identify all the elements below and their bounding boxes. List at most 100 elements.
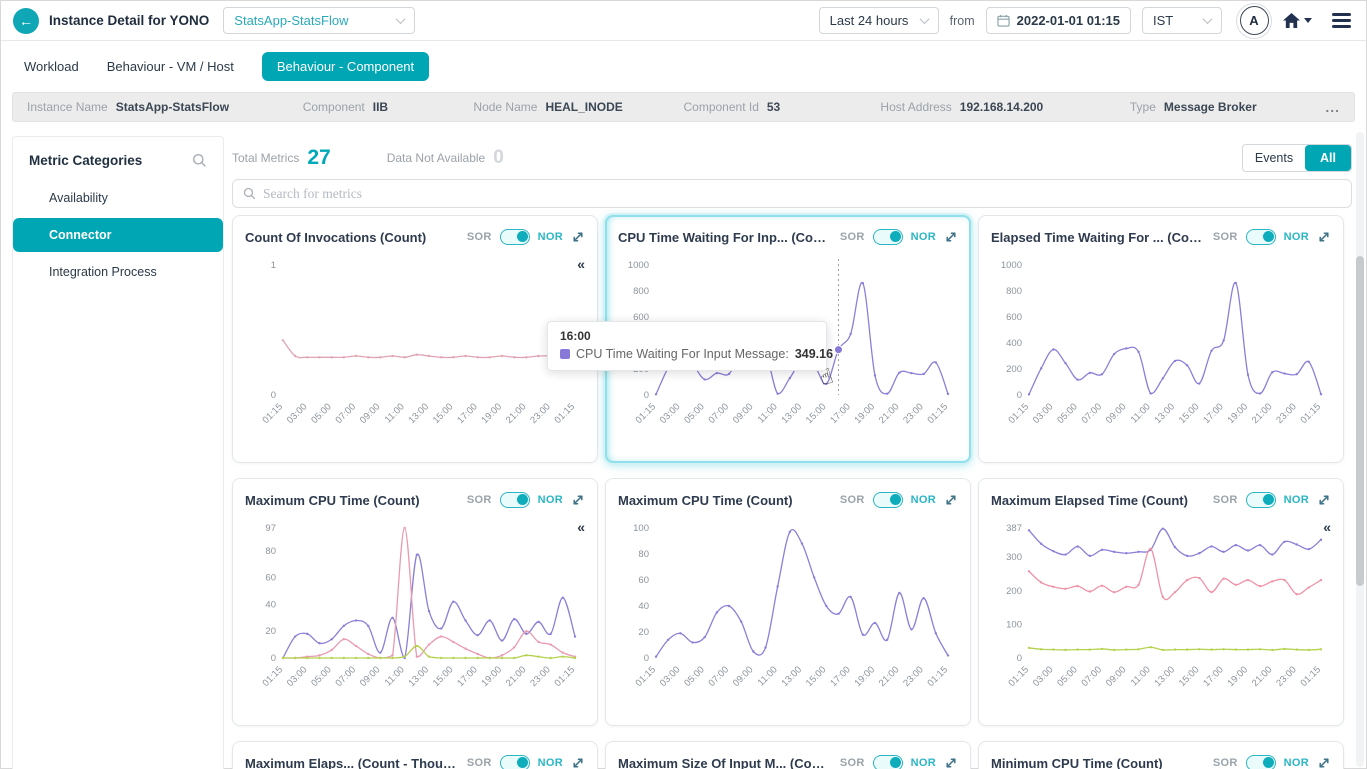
chart-title: Maximum Size Of Input M... (Count) (618, 756, 832, 769)
sidebar-item-connector[interactable]: Connector (13, 218, 223, 252)
sor-nor-toggle[interactable] (1246, 755, 1276, 769)
more-options-ellipsis[interactable]: ... (1325, 99, 1340, 115)
top-bar: ← Instance Detail for YONO StatsApp-Stat… (1, 1, 1366, 41)
home-menu[interactable] (1282, 12, 1312, 29)
sor-label: SOR (1213, 757, 1238, 769)
tab-workload[interactable]: Workload (24, 59, 79, 74)
nor-label: NOR (538, 757, 563, 769)
hamburger-menu-icon[interactable] (1329, 10, 1354, 31)
home-icon (1282, 12, 1301, 29)
svg-text:97: 97 (265, 523, 276, 534)
expand-icon[interactable] (1317, 493, 1331, 507)
svg-text:05:00: 05:00 (1055, 401, 1080, 426)
total-metrics-label: Total Metrics (232, 151, 299, 165)
sor-nor-toggle[interactable] (1246, 492, 1276, 508)
metric-card: Maximum CPU Time (Count) SOR NOR « 97806… (232, 478, 598, 726)
svg-text:05:00: 05:00 (309, 664, 334, 689)
expand-icon[interactable] (571, 493, 585, 507)
sor-nor-toggle[interactable] (873, 229, 903, 245)
svg-text:09:00: 09:00 (358, 664, 383, 689)
chart-title: Minimum CPU Time (Count) (991, 756, 1205, 769)
expand-icon[interactable] (944, 230, 958, 244)
svg-text:11:00: 11:00 (383, 401, 407, 425)
expand-icon[interactable] (944, 493, 958, 507)
line-chart[interactable]: 10080604020001:1503:0005:0007:0009:0011:… (618, 514, 960, 700)
svg-text:400: 400 (633, 338, 649, 349)
metric-card: Count Of Invocations (Count) SOR NOR « 1… (232, 215, 598, 463)
vertical-scrollbar (1356, 132, 1364, 767)
search-metrics-input[interactable] (263, 186, 1341, 201)
expand-icon[interactable] (1317, 756, 1331, 769)
svg-text:800: 800 (633, 286, 649, 297)
svg-text:05:00: 05:00 (682, 664, 707, 689)
tab-behaviour-component[interactable]: Behaviour - Component (262, 52, 429, 81)
svg-text:17:00: 17:00 (455, 401, 480, 426)
instance-selector-dropdown[interactable]: StatsApp-StatsFlow (223, 7, 415, 34)
nor-label: NOR (538, 231, 563, 243)
nor-label: NOR (1284, 231, 1309, 243)
svg-text:09:00: 09:00 (731, 401, 756, 426)
timezone-dropdown[interactable]: IST (1142, 7, 1222, 34)
sor-label: SOR (840, 231, 865, 243)
line-chart[interactable]: 1000800600400200001:1503:0005:0007:0009:… (618, 251, 960, 437)
svg-text:387: 387 (1006, 523, 1022, 534)
svg-text:07:00: 07:00 (334, 401, 359, 426)
svg-text:05:00: 05:00 (309, 401, 334, 426)
tab-behaviour-vm-host[interactable]: Behaviour - VM / Host (107, 59, 234, 74)
metric-card: Elapsed Time Waiting For ... (Count) SOR… (978, 215, 1344, 463)
events-button[interactable]: Events (1243, 145, 1305, 171)
back-button[interactable]: ← (13, 8, 39, 34)
avatar-button[interactable]: A (1240, 6, 1269, 35)
sor-nor-toggle[interactable] (500, 229, 530, 245)
date-picker[interactable]: 2022-01-01 01:15 (986, 7, 1131, 34)
sor-nor-toggle[interactable] (873, 492, 903, 508)
sor-nor-toggle[interactable] (873, 755, 903, 769)
svg-text:100: 100 (633, 523, 649, 534)
svg-text:01:15: 01:15 (1299, 401, 1324, 426)
nor-label: NOR (1284, 494, 1309, 506)
sidebar-item-availability[interactable]: Availability (13, 182, 223, 214)
time-range-dropdown[interactable]: Last 24 hours (819, 7, 939, 34)
sor-nor-toggle[interactable] (500, 755, 530, 769)
line-chart[interactable]: 9780604020001:1503:0005:0007:0009:0011:0… (245, 514, 587, 700)
svg-text:11:00: 11:00 (383, 664, 407, 688)
svg-text:05:00: 05:00 (682, 401, 707, 426)
svg-text:23:00: 23:00 (901, 664, 926, 689)
svg-text:15:00: 15:00 (431, 401, 456, 426)
search-icon[interactable] (192, 153, 207, 168)
metric-card: Maximum Size Of Input M... (Count) SOR N… (605, 741, 971, 769)
metric-card-highlighted: CPU Time Waiting For Inp... (Count) SOR … (605, 215, 971, 463)
svg-text:03:00: 03:00 (658, 401, 683, 426)
line-chart[interactable]: 387300200100001:1503:0005:0007:0009:0011… (991, 514, 1333, 700)
expand-icon[interactable] (944, 756, 958, 769)
collapse-legend-icon[interactable]: « (577, 519, 585, 535)
chevron-down-icon (396, 14, 406, 24)
sor-nor-toggle[interactable] (500, 492, 530, 508)
svg-text:03:00: 03:00 (285, 664, 310, 689)
collapse-legend-icon[interactable]: « (1323, 519, 1331, 535)
expand-icon[interactable] (571, 230, 585, 244)
line-chart[interactable]: 1001:1503:0005:0007:0009:0011:0013:0015:… (245, 251, 587, 437)
svg-text:09:00: 09:00 (1104, 664, 1129, 689)
svg-text:09:00: 09:00 (358, 401, 383, 426)
sidebar-item-integration-process[interactable]: Integration Process (13, 256, 223, 288)
line-chart[interactable]: 1000800600400200001:1503:0005:0007:0009:… (991, 251, 1333, 437)
sor-nor-toggle[interactable] (1246, 229, 1276, 245)
expand-icon[interactable] (1317, 230, 1331, 244)
svg-text:01:15: 01:15 (261, 401, 286, 426)
sor-label: SOR (840, 494, 865, 506)
expand-icon[interactable] (571, 756, 585, 769)
svg-text:01:15: 01:15 (553, 401, 578, 426)
nor-label: NOR (911, 494, 936, 506)
svg-text:0: 0 (271, 653, 276, 664)
all-button[interactable]: All (1305, 145, 1351, 171)
svg-text:01:15: 01:15 (634, 401, 659, 426)
svg-text:40: 40 (265, 599, 276, 610)
collapse-legend-icon[interactable]: « (577, 256, 585, 272)
scrollbar-thumb[interactable] (1356, 256, 1364, 586)
svg-text:13:00: 13:00 (1153, 664, 1178, 689)
back-arrow-icon: ← (19, 13, 33, 29)
svg-text:200: 200 (633, 364, 649, 375)
svg-text:17:00: 17:00 (828, 401, 853, 426)
svg-text:13:00: 13:00 (407, 664, 432, 689)
